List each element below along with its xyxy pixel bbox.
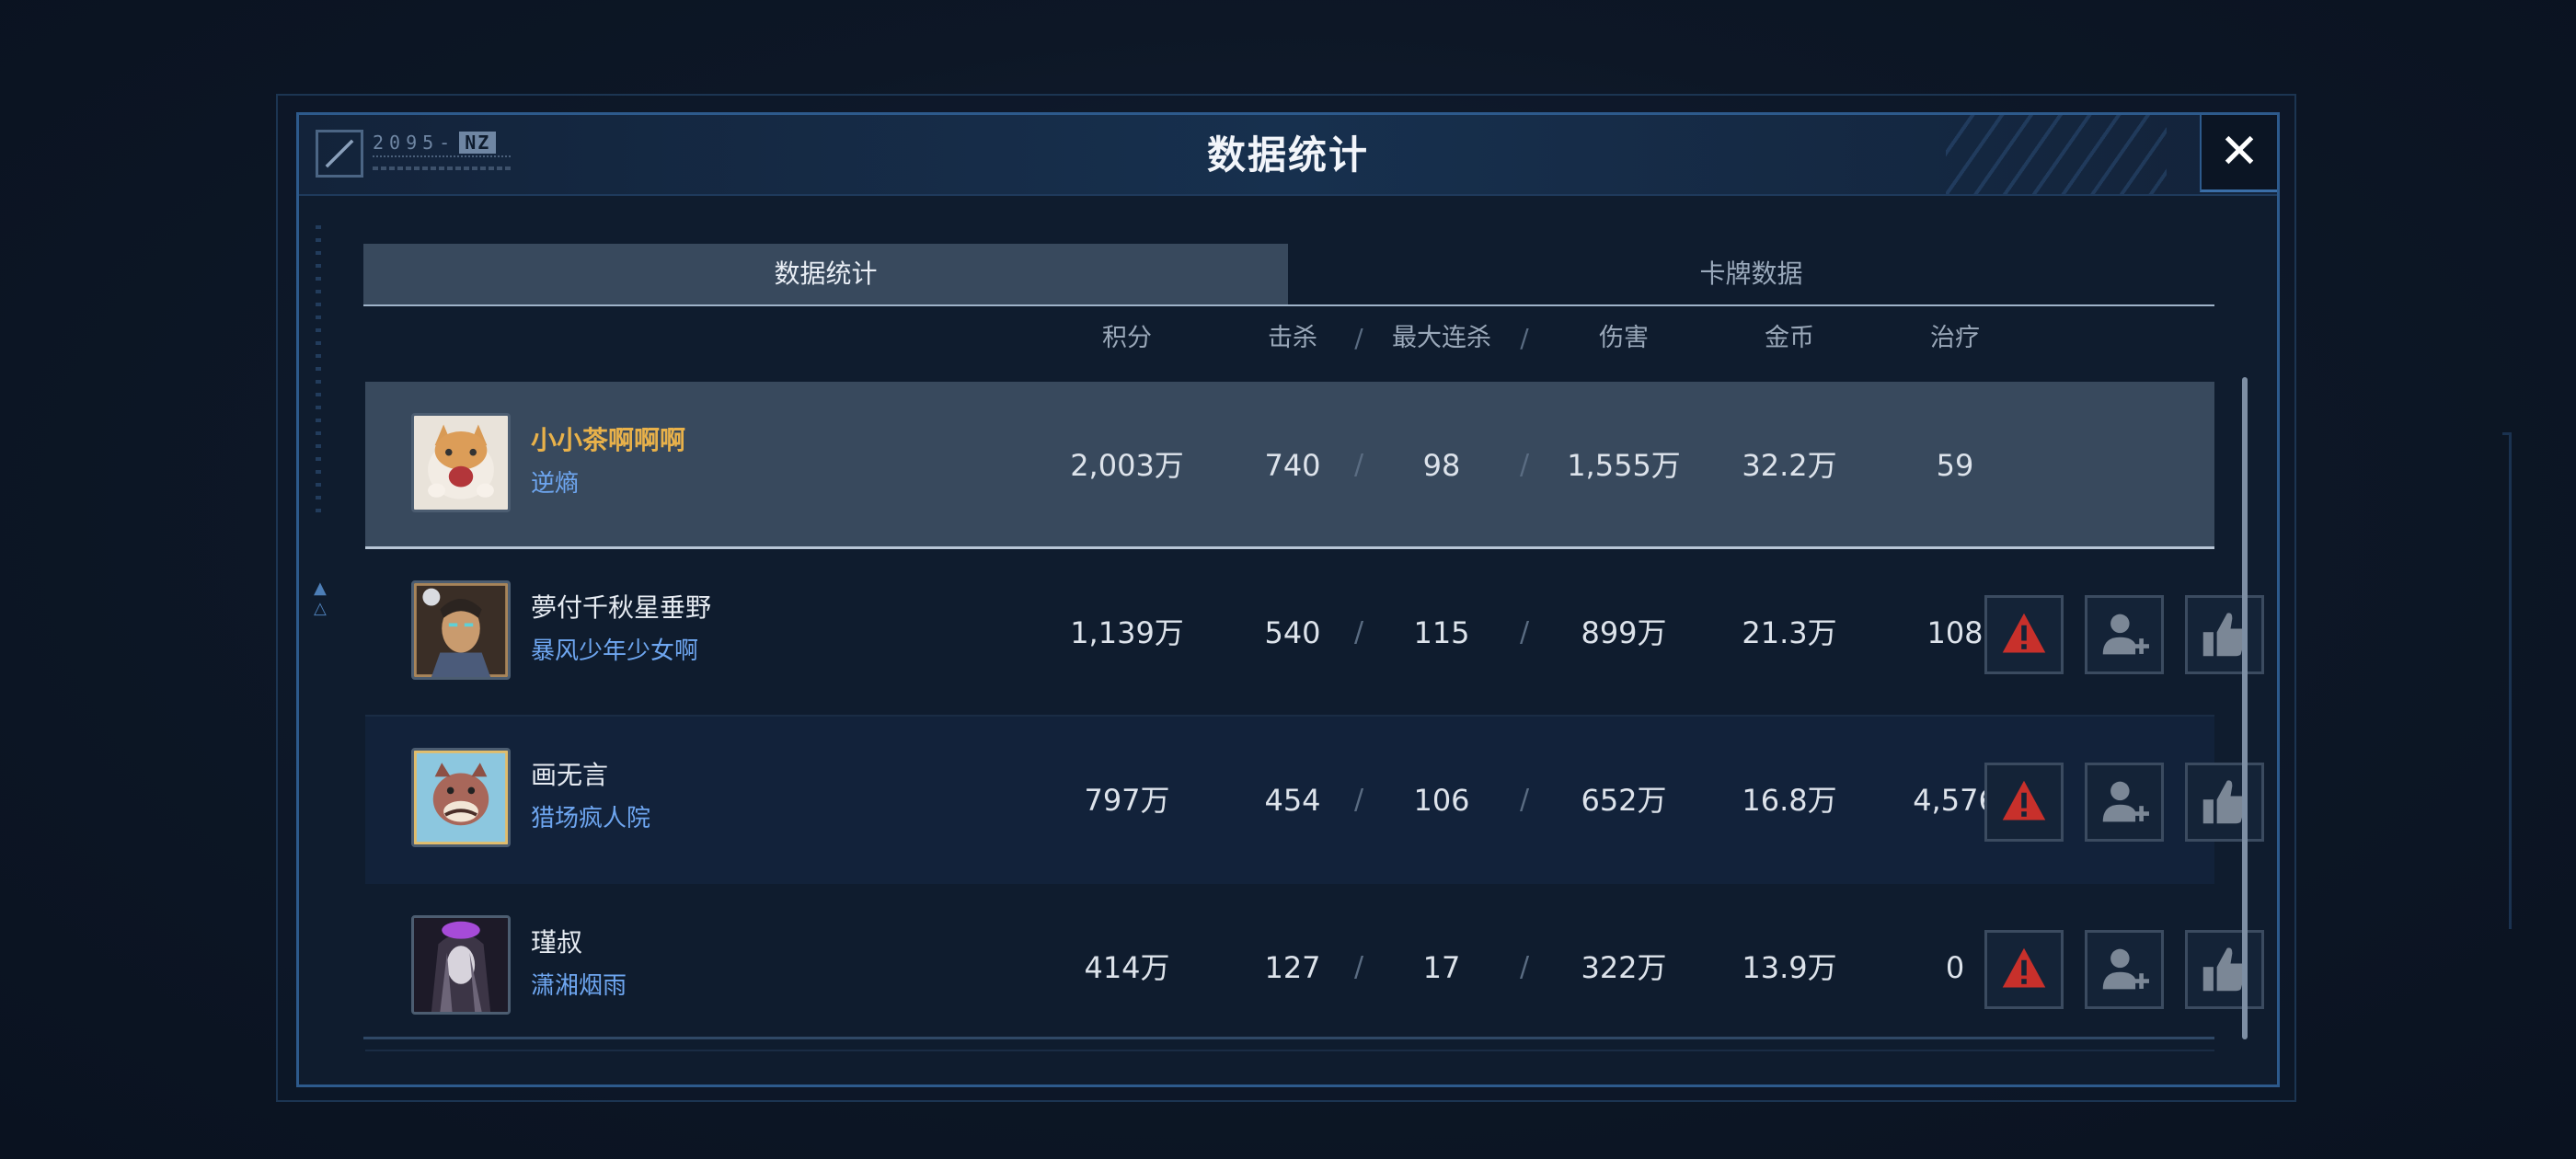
cell-max-streak: 106 xyxy=(1413,783,1470,818)
tab-stats[interactable]: 数据统计 xyxy=(363,244,1288,304)
header-gold: 金币 xyxy=(1765,324,1814,352)
add-friend-button[interactable] xyxy=(2085,595,2164,674)
cell-kills: 127 xyxy=(1264,950,1321,985)
cell-score: 797万 xyxy=(1084,783,1170,818)
cat-avatar xyxy=(411,413,511,512)
player-name: 瑾叔 xyxy=(531,927,583,958)
add-friend-button[interactable] xyxy=(2085,763,2164,842)
header-separator: / xyxy=(1520,323,1529,353)
player-guild: 潇湘烟雨 xyxy=(531,972,627,1000)
cell-separator: / xyxy=(1519,449,1530,481)
add-friend-button[interactable] xyxy=(2085,930,2164,1009)
cell-separator: / xyxy=(1519,784,1530,816)
player-name: 画无言 xyxy=(531,760,609,790)
add-user-icon xyxy=(2102,781,2149,822)
header-damage: 伤害 xyxy=(1599,324,1649,352)
table-row[interactable]: 夢付千秋星垂野 暴风少年少女啊 1,139万 540 / 115 / 899万 … xyxy=(365,549,2264,717)
thumbs-up-icon xyxy=(2202,780,2247,824)
stats-table: 小小茶啊啊啊 逆熵 2,003万 740 / 98 / 1,555万 32.2万… xyxy=(365,382,2264,1051)
like-button[interactable] xyxy=(2185,595,2264,674)
add-user-icon xyxy=(2102,614,2149,655)
cell-score: 414万 xyxy=(1084,950,1170,985)
cell-gold: 16.8万 xyxy=(1742,783,1837,818)
report-button[interactable] xyxy=(1984,595,2064,674)
warning-icon xyxy=(2002,613,2046,653)
cell-heal: 59 xyxy=(1936,448,1974,483)
player-name: 夢付千秋星垂野 xyxy=(531,592,712,623)
cell-damage: 322万 xyxy=(1581,950,1667,985)
report-button[interactable] xyxy=(1984,930,2064,1009)
cell-damage: 899万 xyxy=(1581,615,1667,650)
cell-damage: 652万 xyxy=(1581,783,1667,818)
cell-kills: 454 xyxy=(1264,783,1321,818)
like-button[interactable] xyxy=(2185,930,2264,1009)
player-guild: 暴风少年少女啊 xyxy=(531,637,699,665)
table-bottom-border xyxy=(363,1037,2214,1039)
cell-score: 1,139万 xyxy=(1070,615,1184,650)
cell-kills: 740 xyxy=(1264,448,1321,483)
cell-gold: 32.2万 xyxy=(1742,448,1837,483)
cell-kills: 540 xyxy=(1264,615,1321,650)
dark-hair-avatar xyxy=(411,915,511,1015)
thumbs-up-icon xyxy=(2202,613,2247,657)
tab-card-data[interactable]: 卡牌数据 xyxy=(1288,244,2214,304)
report-button[interactable] xyxy=(1984,763,2064,842)
cell-gold: 13.9万 xyxy=(1742,950,1837,985)
side-decoration xyxy=(2502,432,2512,929)
thumbs-up-icon xyxy=(2202,947,2247,992)
cell-separator: / xyxy=(1353,784,1364,816)
header-max-streak: 最大连杀 xyxy=(1392,324,1491,352)
warrior-avatar xyxy=(411,580,511,680)
warning-icon xyxy=(2002,947,2046,988)
header-kills: 击杀 xyxy=(1268,324,1317,352)
table-row[interactable]: 瑾叔 潇湘烟雨 414万 127 / 17 / 322万 13.9万 0 xyxy=(365,884,2264,1051)
header-score: 积分 xyxy=(1102,324,1152,352)
header-separator: / xyxy=(1354,323,1363,353)
cell-max-streak: 98 xyxy=(1422,448,1461,483)
cell-score: 2,003万 xyxy=(1070,448,1184,483)
table-row[interactable]: 小小茶啊啊啊 逆熵 2,003万 740 / 98 / 1,555万 32.2万… xyxy=(365,382,2214,549)
warning-icon xyxy=(2002,780,2046,820)
stats-dialog: 2095- NZ 数据统计 ✕ ▲ △ 数据统计 卡牌数据 积分 击杀 / 最大连杀… xyxy=(296,112,2280,1087)
tab-bar: 数据统计 卡牌数据 xyxy=(363,244,2214,306)
cell-separator: / xyxy=(1353,616,1364,648)
scrollbar[interactable] xyxy=(2242,377,2248,1039)
boar-avatar xyxy=(411,748,511,847)
header-heal: 治疗 xyxy=(1930,324,1980,352)
player-name: 小小茶啊啊啊 xyxy=(531,425,686,455)
table-row[interactable]: 画无言 猎场疯人院 797万 454 / 106 / 652万 16.8万 4,… xyxy=(365,717,2264,884)
player-guild: 逆熵 xyxy=(531,470,580,498)
cell-separator: / xyxy=(1353,951,1364,983)
title-stripes xyxy=(1946,115,2167,194)
cell-separator: / xyxy=(1519,616,1530,648)
add-user-icon xyxy=(2102,948,2149,990)
cell-separator: / xyxy=(1519,951,1530,983)
cell-max-streak: 115 xyxy=(1413,615,1470,650)
cell-max-streak: 17 xyxy=(1422,950,1461,985)
cell-gold: 21.3万 xyxy=(1742,615,1837,650)
player-guild: 猎场疯人院 xyxy=(531,805,651,832)
cell-damage: 1,555万 xyxy=(1567,448,1681,483)
scroll-arrows-icon: ▲ △ xyxy=(314,579,327,618)
like-button[interactable] xyxy=(2185,763,2264,842)
close-button[interactable]: ✕ xyxy=(2200,115,2277,192)
cell-separator: / xyxy=(1353,449,1364,481)
title-bar: 2095- NZ 数据统计 ✕ xyxy=(299,115,2277,196)
left-edge-decoration xyxy=(316,225,321,520)
